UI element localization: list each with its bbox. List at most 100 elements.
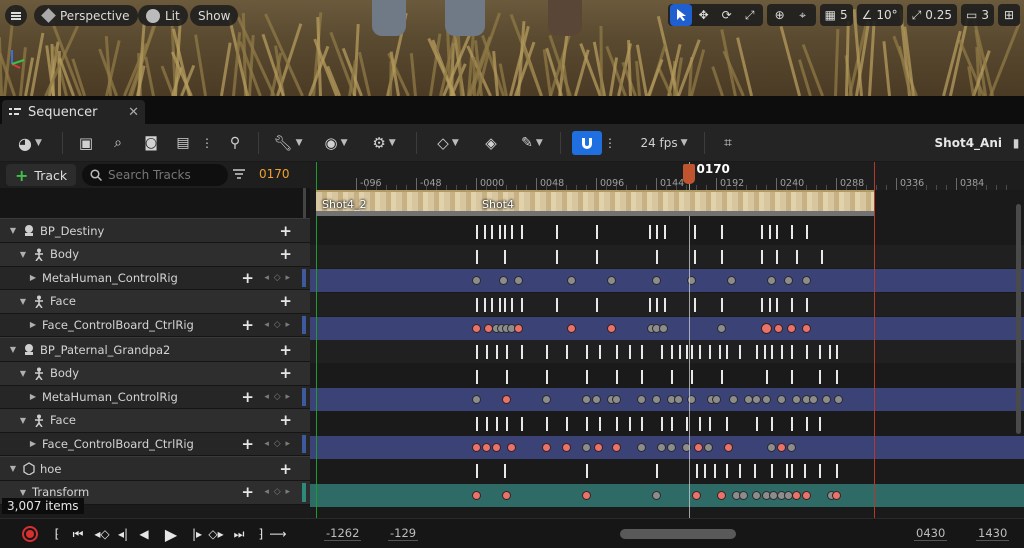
keyframe-tick[interactable] <box>761 225 763 239</box>
keyframe-dot[interactable] <box>636 443 646 452</box>
keyframe-dot[interactable] <box>751 395 761 404</box>
framerate-dropdown[interactable]: 24 fps ▼ <box>634 131 694 155</box>
add-subtrack-button[interactable]: + <box>279 460 292 478</box>
step-back-button[interactable]: ◂| <box>114 524 132 544</box>
play-reverse-button[interactable]: ◀ <box>136 524 152 544</box>
keyframe-dot[interactable] <box>651 276 661 285</box>
keyframe-tick[interactable] <box>498 225 501 239</box>
keyframe-dot[interactable] <box>471 276 481 285</box>
keyframe-tick[interactable] <box>476 416 478 431</box>
add-track-button[interactable]: + Track <box>6 164 76 186</box>
keyframe-dot[interactable] <box>501 491 511 500</box>
keyframe-tick[interactable] <box>616 344 618 359</box>
keyframe-dot[interactable] <box>666 443 676 452</box>
expand-arrow-icon[interactable]: ▼ <box>18 369 28 378</box>
keyframe-dot[interactable] <box>774 324 783 333</box>
keyframe-tick[interactable] <box>506 344 508 359</box>
keyframe-tick[interactable] <box>486 416 488 431</box>
keyframe-dot[interactable] <box>776 443 786 452</box>
keyframe-tick[interactable] <box>546 369 548 384</box>
keyframe-tick[interactable] <box>791 416 793 431</box>
keyframe-tick[interactable] <box>506 369 508 384</box>
expand-arrow-icon[interactable]: ▼ <box>18 250 28 259</box>
keyframe-tick[interactable] <box>671 369 673 384</box>
timeline-track-lane[interactable] <box>310 317 1024 340</box>
keyframe-tick[interactable] <box>498 297 501 312</box>
keyframe-tick[interactable] <box>656 463 658 478</box>
keyframe-tick[interactable] <box>641 344 643 359</box>
keyframe-tick[interactable] <box>596 249 598 264</box>
previous-shot-button[interactable]: ⏮ <box>68 524 88 544</box>
keyframe-tick[interactable] <box>761 249 763 264</box>
keyframe-tick[interactable] <box>503 225 506 239</box>
shot-section[interactable]: Shot4 <box>476 190 874 216</box>
keyframe-tick[interactable] <box>656 249 658 264</box>
keyframe-tick[interactable] <box>521 344 523 359</box>
record-button[interactable] <box>20 524 40 544</box>
time-ruler[interactable]: 4-096-0480000004800960144019202400288033… <box>310 162 1024 190</box>
keyframe-tick[interactable] <box>791 225 793 239</box>
keyframe-tick[interactable] <box>521 297 523 312</box>
filter-icon[interactable] <box>232 168 246 180</box>
keyframe-tick[interactable] <box>476 249 478 264</box>
keyframe-dot[interactable] <box>471 443 481 452</box>
keyframe-tick[interactable] <box>641 369 643 384</box>
next-shot-button[interactable]: ⏭ <box>229 524 249 544</box>
keyframe-tick[interactable] <box>521 416 523 431</box>
playhead-handle[interactable] <box>682 164 695 184</box>
render-movie-button[interactable]: ◙ <box>140 131 162 155</box>
keyframe-dot[interactable] <box>776 395 786 404</box>
keyframe-dot[interactable] <box>636 395 646 404</box>
show-button[interactable]: Show <box>190 5 239 26</box>
keyframe-dot[interactable] <box>514 324 523 333</box>
snapping-toggle-button[interactable] <box>572 131 602 155</box>
keyframe-dot[interactable] <box>739 491 748 500</box>
keyframe-tick[interactable] <box>791 369 793 384</box>
keyframe-tick[interactable] <box>491 225 493 239</box>
keyframe-dot[interactable] <box>541 443 551 452</box>
add-subtrack-button[interactable]: + <box>241 388 254 406</box>
keyframe-tick[interactable] <box>713 463 716 478</box>
keyframe-tick[interactable] <box>556 225 558 239</box>
keyframe-tick[interactable] <box>703 463 706 478</box>
keyframe-dot[interactable] <box>766 276 776 285</box>
keyframe-tick[interactable] <box>806 225 808 239</box>
keyframe-dot[interactable] <box>561 443 571 452</box>
keyframe-dot[interactable] <box>766 443 776 452</box>
keyframe-dot[interactable] <box>591 395 601 404</box>
key-all-button[interactable]: ◈ <box>480 131 502 155</box>
keyframe-tick[interactable] <box>596 297 598 312</box>
keyframe-tick[interactable] <box>708 416 711 431</box>
collapse-arrow-icon[interactable]: ▶ <box>28 439 38 448</box>
keyframe-dot[interactable] <box>711 395 721 404</box>
timeline-track-lane[interactable] <box>310 365 1024 388</box>
keyframe-dot[interactable] <box>801 276 811 285</box>
track-row[interactable]: ▼ hoe + <box>0 456 310 481</box>
keyframe-dot[interactable] <box>821 395 831 404</box>
keyframe-dot[interactable] <box>581 443 591 452</box>
keyframe-dot[interactable] <box>691 491 701 500</box>
keyframe-dot[interactable] <box>729 395 738 404</box>
step-forward-button[interactable]: |▸ <box>188 524 206 544</box>
keyframe-tick[interactable] <box>663 225 666 239</box>
timeline-track-lane[interactable] <box>310 269 1024 292</box>
keyframe-dot[interactable] <box>801 324 811 333</box>
key-interpolation-button[interactable]: ◇ ▼ <box>430 131 466 155</box>
find-asset-button[interactable]: ⌕ <box>107 131 129 155</box>
timeline-track-lane[interactable] <box>310 388 1024 411</box>
keyframe-dot[interactable] <box>791 395 801 404</box>
track-row[interactable]: ▼ Body + <box>0 243 310 267</box>
keyframe-dot[interactable] <box>659 324 668 333</box>
viewport-layout-button[interactable]: ⊞ <box>998 4 1020 26</box>
track-row[interactable]: ▶ MetaHuman_ControlRig + ◂ ◇ ▸ <box>0 266 310 290</box>
tab-sequencer[interactable]: Sequencer ✕ <box>2 100 145 124</box>
view-range-end-field[interactable]: 1430 <box>976 526 1010 541</box>
keyframe-tick[interactable] <box>661 344 663 359</box>
keyframe-dot[interactable] <box>471 324 481 333</box>
keyframe-tick[interactable] <box>586 344 588 359</box>
keyframe-dot[interactable] <box>751 491 761 500</box>
keyframe-dot[interactable] <box>611 395 621 404</box>
keyframe-dot[interactable] <box>791 491 801 500</box>
vertical-scrollbar[interactable] <box>1016 204 1021 434</box>
keyframe-dot[interactable] <box>606 324 616 333</box>
